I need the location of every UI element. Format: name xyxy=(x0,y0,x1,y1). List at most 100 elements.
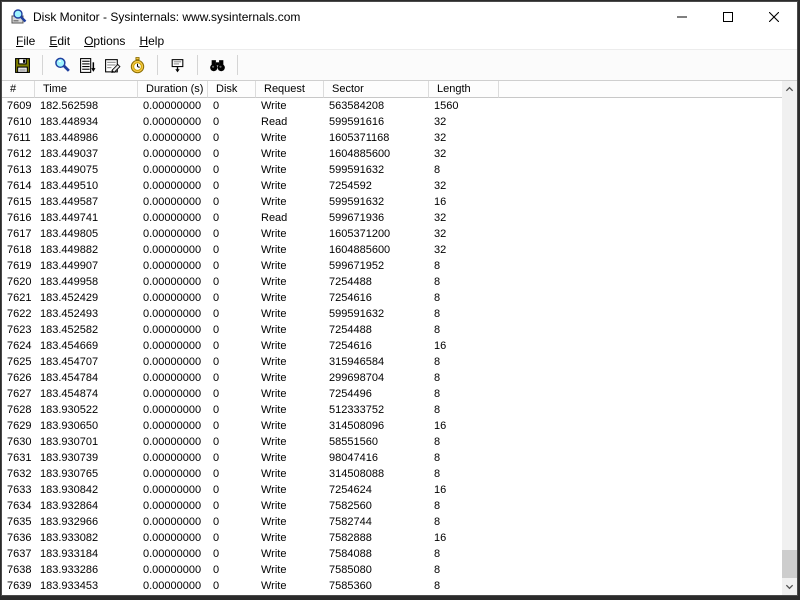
table-row[interactable]: 7629 183.930650 0.00000000 0 Write 31450… xyxy=(2,418,782,434)
maximize-button[interactable] xyxy=(705,2,751,32)
table-row[interactable]: 7613 183.449075 0.00000000 0 Write 59959… xyxy=(2,162,782,178)
cell-duration: 0.00000000 xyxy=(138,418,208,434)
cell-sector: 1604885600 xyxy=(324,242,429,258)
minimize-to-tray-button[interactable] xyxy=(165,53,189,77)
history-depth-button[interactable] xyxy=(125,53,149,77)
cell-disk: 0 xyxy=(208,402,256,418)
table-row[interactable]: 7624 183.454669 0.00000000 0 Write 72546… xyxy=(2,338,782,354)
cell-disk: 0 xyxy=(208,290,256,306)
cell-sector: 1605371168 xyxy=(324,130,429,146)
cell-index: 7634 xyxy=(2,498,35,514)
cell-length: 32 xyxy=(429,242,499,258)
table-row[interactable]: 7620 183.449958 0.00000000 0 Write 72544… xyxy=(2,274,782,290)
capture-button[interactable] xyxy=(50,53,74,77)
table-row[interactable]: 7609 182.562598 0.00000000 0 Write 56358… xyxy=(2,98,782,114)
scroll-down-button[interactable] xyxy=(782,578,797,595)
cell-length: 8 xyxy=(429,162,499,178)
table-row[interactable]: 7637 183.933184 0.00000000 0 Write 75840… xyxy=(2,546,782,562)
cell-time: 183.933453 xyxy=(35,578,138,594)
menu-edit[interactable]: Edit xyxy=(43,33,76,49)
table-row[interactable]: 7610 183.448934 0.00000000 0 Read 599591… xyxy=(2,114,782,130)
cell-length: 8 xyxy=(429,274,499,290)
cell-filler xyxy=(499,210,782,226)
cell-duration: 0.00000000 xyxy=(138,178,208,194)
cell-time: 183.452429 xyxy=(35,290,138,306)
cell-index: 7629 xyxy=(2,418,35,434)
menu-file[interactable]: File xyxy=(10,33,41,49)
cell-time: 183.932864 xyxy=(35,498,138,514)
cell-duration: 0.00000000 xyxy=(138,578,208,594)
table-row[interactable]: 7611 183.448986 0.00000000 0 Write 16053… xyxy=(2,130,782,146)
table-row[interactable]: 7622 183.452493 0.00000000 0 Write 59959… xyxy=(2,306,782,322)
column-header-index[interactable]: # xyxy=(2,81,35,98)
table-row[interactable]: 7627 183.454874 0.00000000 0 Write 72544… xyxy=(2,386,782,402)
vertical-scrollbar[interactable] xyxy=(782,81,797,595)
toolbar-separator xyxy=(42,55,43,75)
cell-time: 183.932966 xyxy=(35,514,138,530)
cell-index: 7614 xyxy=(2,178,35,194)
table-row[interactable]: 7621 183.452429 0.00000000 0 Write 72546… xyxy=(2,290,782,306)
close-button[interactable] xyxy=(751,2,797,32)
minimize-button[interactable] xyxy=(659,2,705,32)
column-header-time[interactable]: Time xyxy=(35,81,138,98)
table-row[interactable]: 7626 183.454784 0.00000000 0 Write 29969… xyxy=(2,370,782,386)
column-header-filler xyxy=(499,81,782,98)
cell-disk: 0 xyxy=(208,418,256,434)
cell-sector: 599591632 xyxy=(324,306,429,322)
table-row[interactable]: 7619 183.449907 0.00000000 0 Write 59967… xyxy=(2,258,782,274)
table-row[interactable]: 7638 183.933286 0.00000000 0 Write 75850… xyxy=(2,562,782,578)
table-row[interactable]: 7612 183.449037 0.00000000 0 Write 16048… xyxy=(2,146,782,162)
table-row[interactable]: 7623 183.452582 0.00000000 0 Write 72544… xyxy=(2,322,782,338)
list-header: # Time Duration (s) Disk Request Sector … xyxy=(2,81,782,98)
scrollbar-thumb[interactable] xyxy=(782,550,797,578)
table-row[interactable]: 7628 183.930522 0.00000000 0 Write 51233… xyxy=(2,402,782,418)
table-row[interactable]: 7633 183.930842 0.00000000 0 Write 72546… xyxy=(2,482,782,498)
column-header-disk[interactable]: Disk xyxy=(208,81,256,98)
save-button[interactable] xyxy=(10,53,34,77)
cell-time: 183.449958 xyxy=(35,274,138,290)
menu-options[interactable]: Options xyxy=(78,33,131,49)
table-row[interactable]: 7616 183.449741 0.00000000 0 Read 599671… xyxy=(2,210,782,226)
cell-duration: 0.00000000 xyxy=(138,562,208,578)
table-row[interactable]: 7636 183.933082 0.00000000 0 Write 75828… xyxy=(2,530,782,546)
cell-time: 183.449805 xyxy=(35,226,138,242)
minimize-icon xyxy=(677,12,687,22)
table-row[interactable]: 7625 183.454707 0.00000000 0 Write 31594… xyxy=(2,354,782,370)
table-row[interactable]: 7630 183.930701 0.00000000 0 Write 58551… xyxy=(2,434,782,450)
cell-filler xyxy=(499,226,782,242)
column-header-length[interactable]: Length xyxy=(429,81,499,98)
table-row[interactable]: 7617 183.449805 0.00000000 0 Write 16053… xyxy=(2,226,782,242)
cell-duration: 0.00000000 xyxy=(138,322,208,338)
cell-duration: 0.00000000 xyxy=(138,354,208,370)
cell-sector: 599591632 xyxy=(324,162,429,178)
cell-length: 8 xyxy=(429,370,499,386)
cell-length: 8 xyxy=(429,562,499,578)
table-row[interactable]: 7634 183.932864 0.00000000 0 Write 75825… xyxy=(2,498,782,514)
column-header-sector[interactable]: Sector xyxy=(324,81,429,98)
titlebar[interactable]: Disk Monitor - Sysinternals: www.sysinte… xyxy=(2,2,797,32)
cell-time: 183.449882 xyxy=(35,242,138,258)
cell-time: 183.448934 xyxy=(35,114,138,130)
table-row[interactable]: 7632 183.930765 0.00000000 0 Write 31450… xyxy=(2,466,782,482)
find-button[interactable] xyxy=(205,53,229,77)
table-row[interactable]: 7639 183.933453 0.00000000 0 Write 75853… xyxy=(2,578,782,594)
cell-index: 7610 xyxy=(2,114,35,130)
menubar: File Edit Options Help xyxy=(2,32,797,50)
table-row[interactable]: 7635 183.932966 0.00000000 0 Write 75827… xyxy=(2,514,782,530)
cell-index: 7611 xyxy=(2,130,35,146)
table-row[interactable]: 7614 183.449510 0.00000000 0 Write 72545… xyxy=(2,178,782,194)
autoscroll-button[interactable] xyxy=(75,53,99,77)
cell-duration: 0.00000000 xyxy=(138,290,208,306)
table-row[interactable]: 7618 183.449882 0.00000000 0 Write 16048… xyxy=(2,242,782,258)
column-header-duration[interactable]: Duration (s) xyxy=(138,81,208,98)
clear-button[interactable] xyxy=(100,53,124,77)
cell-request: Write xyxy=(256,258,324,274)
table-row[interactable]: 7631 183.930739 0.00000000 0 Write 98047… xyxy=(2,450,782,466)
cell-index: 7639 xyxy=(2,578,35,594)
column-header-request[interactable]: Request xyxy=(256,81,324,98)
toolbar-separator xyxy=(197,55,198,75)
menu-help[interactable]: Help xyxy=(133,33,170,49)
cell-duration: 0.00000000 xyxy=(138,338,208,354)
scroll-up-button[interactable] xyxy=(782,81,797,98)
table-row[interactable]: 7615 183.449587 0.00000000 0 Write 59959… xyxy=(2,194,782,210)
